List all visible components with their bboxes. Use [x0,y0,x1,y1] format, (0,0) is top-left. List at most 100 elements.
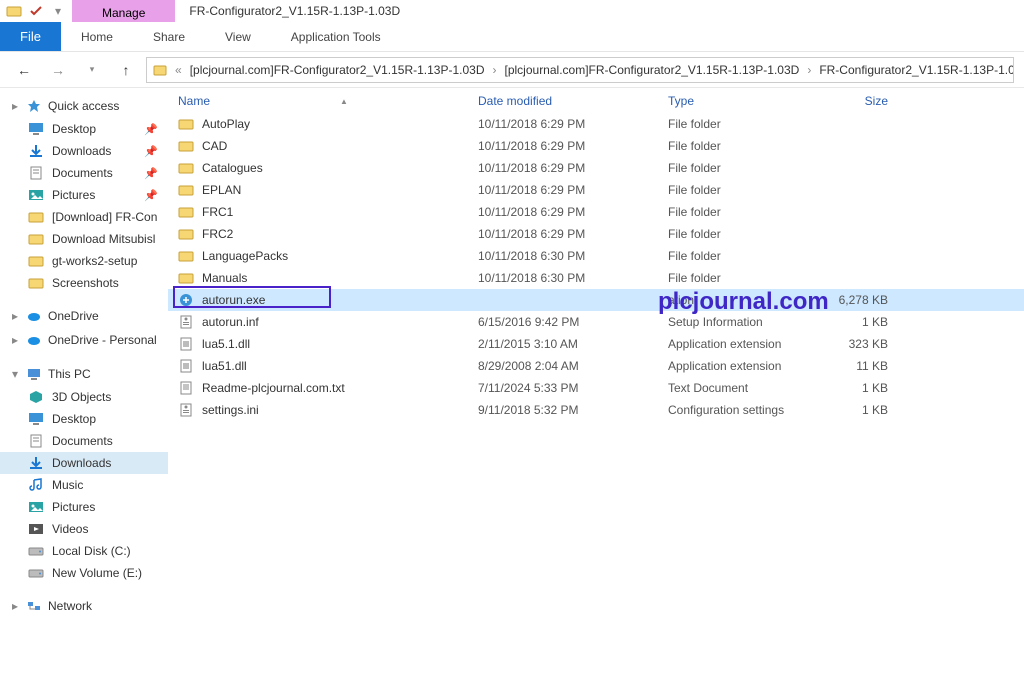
sidebar-item[interactable]: Local Disk (C:) [0,540,168,562]
file-type: File folder [668,183,808,197]
file-name: EPLAN [202,183,241,197]
chevron-right-icon[interactable]: ▸ [10,599,20,613]
navigation-pane: ▸ Quick access Desktop📌Downloads📌Documen… [0,88,168,675]
file-type: File folder [668,271,808,285]
sidebar-group-onedrive[interactable]: ▸ OneDrive [0,304,168,328]
sidebar-item[interactable]: Pictures [0,496,168,518]
nav-back-button[interactable]: ← [10,56,38,84]
sidebar-item[interactable]: Desktop📌 [0,118,168,140]
column-header-name[interactable]: Name ▲ [178,94,478,108]
dll-icon [178,336,194,352]
file-row[interactable]: autorun.exeation6,278 KB [168,289,1024,311]
file-row[interactable]: settings.ini9/11/2018 5:32 PMConfigurati… [168,399,1024,421]
folder-icon [28,231,44,247]
address-chevron-icon[interactable]: › [803,63,815,77]
videos-icon [28,521,44,537]
file-row[interactable]: Readme-plcjournal.com.txt7/11/2024 5:33 … [168,377,1024,399]
sidebar-item-label: Videos [52,522,88,536]
sidebar-item[interactable]: Desktop [0,408,168,430]
file-date: 7/11/2024 5:33 PM [478,381,668,395]
sidebar-item-label: gt-works2-setup [52,254,137,268]
file-date: 10/11/2018 6:29 PM [478,161,668,175]
file-size: 6,278 KB [808,293,888,307]
file-size: 1 KB [808,315,888,329]
file-name: Catalogues [202,161,263,175]
column-header-size[interactable]: Size [808,94,888,108]
file-row[interactable]: autorun.inf6/15/2016 9:42 PMSetup Inform… [168,311,1024,333]
documents-icon [28,433,44,449]
sidebar-item-label: [Download] FR-Con [52,210,157,224]
file-row[interactable]: lua5.1.dll2/11/2015 3:10 AMApplication e… [168,333,1024,355]
sidebar-group-quick-access[interactable]: ▸ Quick access [0,94,168,118]
breadcrumb[interactable]: [plcjournal.com]FR-Configurator2_V1.15R-… [505,63,800,77]
cloud-icon [26,332,42,348]
documents-icon [28,165,44,181]
sidebar-group-this-pc[interactable]: ▾ This PC [0,362,168,386]
sidebar-item[interactable]: Music [0,474,168,496]
file-date: 8/29/2008 2:04 AM [478,359,668,373]
file-row[interactable]: FRC110/11/2018 6:29 PMFile folder [168,201,1024,223]
ribbon-tab-view[interactable]: View [205,22,271,51]
cloud-icon [26,308,42,324]
chevron-right-icon[interactable]: ▸ [10,99,20,113]
ribbon-tab-home[interactable]: Home [61,22,133,51]
sidebar-item[interactable]: Pictures📌 [0,184,168,206]
qat-properties-icon[interactable] [28,3,44,19]
sidebar-item-label: Downloads [52,144,111,158]
file-date: 10/11/2018 6:29 PM [478,117,668,131]
address-chevron-icon[interactable]: « [171,63,186,77]
file-type: Setup Information [668,315,808,329]
qat-dropdown-icon[interactable]: ▾ [50,3,66,19]
file-list-pane: Name ▲ Date modified Type Size AutoPlay1… [168,88,1024,675]
address-bar[interactable]: « [plcjournal.com]FR-Configurator2_V1.15… [146,57,1014,83]
sidebar-item[interactable]: Downloads📌 [0,140,168,162]
breadcrumb[interactable]: [plcjournal.com]FR-Configurator2_V1.15R-… [190,63,485,77]
breadcrumb[interactable]: FR-Configurator2_V1.15R-1.13P-1.03D [819,63,1014,77]
file-row[interactable]: Manuals10/11/2018 6:30 PMFile folder [168,267,1024,289]
sidebar-group-onedrive-personal[interactable]: ▸ OneDrive - Personal [0,328,168,352]
file-row[interactable]: Catalogues10/11/2018 6:29 PMFile folder [168,157,1024,179]
ribbon-file-tab[interactable]: File [0,22,61,51]
drive-icon [28,543,44,559]
pictures-icon [28,499,44,515]
ribbon-tab-share[interactable]: Share [133,22,205,51]
address-chevron-icon[interactable]: › [489,63,501,77]
nav-up-button[interactable]: ↑ [112,56,140,84]
file-type: File folder [668,249,808,263]
sidebar-item[interactable]: Screenshots [0,272,168,294]
ribbon-tab-application-tools[interactable]: Application Tools [271,22,401,51]
file-row[interactable]: AutoPlay10/11/2018 6:29 PMFile folder [168,113,1024,135]
chevron-down-icon[interactable]: ▾ [10,367,20,381]
sidebar-item[interactable]: Downloads [0,452,168,474]
sidebar-item-label: Downloads [52,456,111,470]
sidebar-item[interactable]: Documents [0,430,168,452]
nav-recent-dropdown[interactable]: ▾ [78,56,106,84]
sidebar-item-label: Documents [52,434,113,448]
file-row[interactable]: CAD10/11/2018 6:29 PMFile folder [168,135,1024,157]
sidebar-item[interactable]: New Volume (E:) [0,562,168,584]
sidebar-item[interactable]: Videos [0,518,168,540]
sidebar-group-label: OneDrive [48,309,99,323]
column-label: Name [178,94,210,108]
sidebar-item[interactable]: [Download] FR-Con [0,206,168,228]
sidebar-group-network[interactable]: ▸ Network [0,594,168,618]
chevron-right-icon[interactable]: ▸ [10,309,20,323]
chevron-right-icon[interactable]: ▸ [10,333,20,347]
file-row[interactable]: FRC210/11/2018 6:29 PMFile folder [168,223,1024,245]
sidebar-item[interactable]: Download Mitsubisl [0,228,168,250]
sidebar-item[interactable]: gt-works2-setup [0,250,168,272]
nav-forward-button[interactable]: → [44,56,72,84]
quick-access-toolbar: ▾ [0,0,72,22]
file-row[interactable]: LanguagePacks10/11/2018 6:30 PMFile fold… [168,245,1024,267]
folder-icon [28,209,44,225]
column-header-date[interactable]: Date modified [478,94,668,108]
file-name: FRC1 [202,205,233,219]
file-row[interactable]: EPLAN10/11/2018 6:29 PMFile folder [168,179,1024,201]
sidebar-item-label: Desktop [52,412,96,426]
file-row[interactable]: lua51.dll8/29/2008 2:04 AMApplication ex… [168,355,1024,377]
file-name: LanguagePacks [202,249,288,263]
ribbon-context-title[interactable]: Manage [72,0,175,22]
column-header-type[interactable]: Type [668,94,808,108]
sidebar-item[interactable]: 3D Objects [0,386,168,408]
sidebar-item[interactable]: Documents📌 [0,162,168,184]
